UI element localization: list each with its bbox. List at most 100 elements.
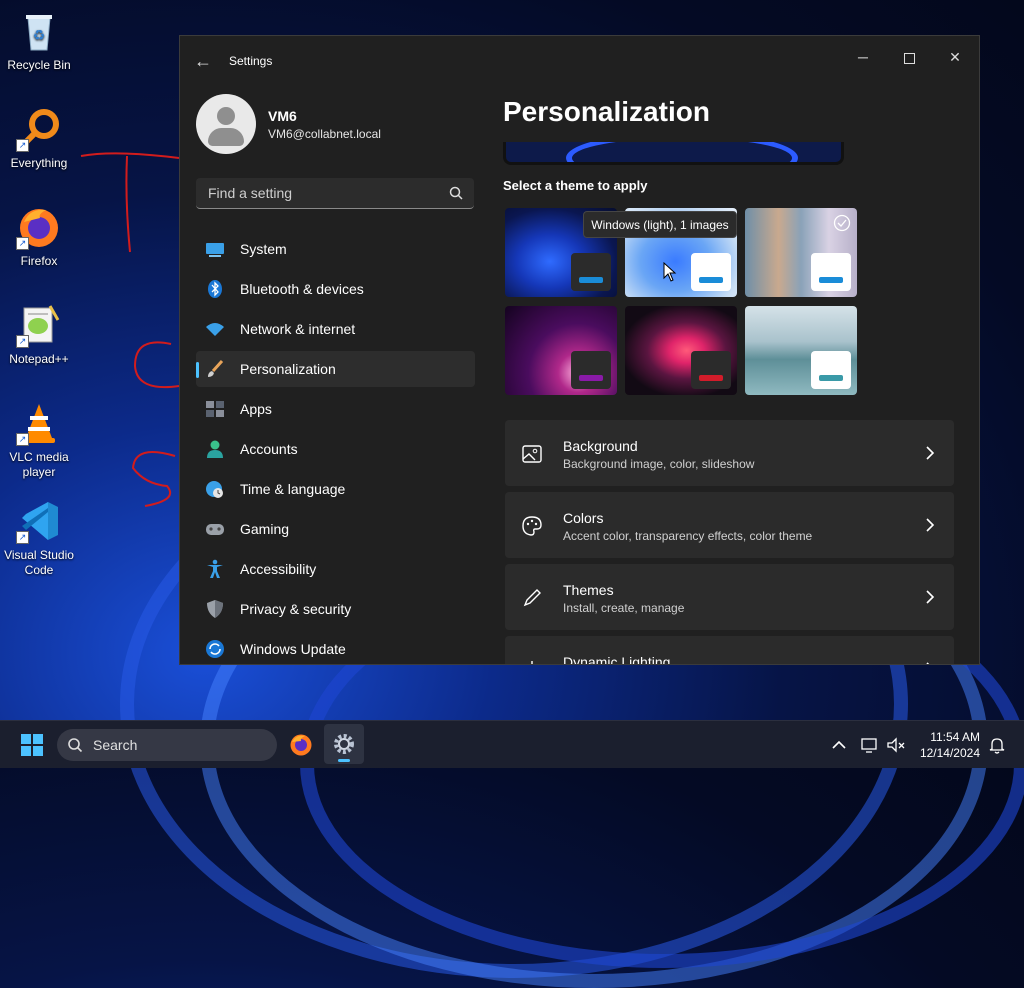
notepad-plus-plus-icon: ↗: [16, 302, 62, 348]
nav-item-privacy-security[interactable]: Privacy & security: [196, 591, 475, 627]
background-card[interactable]: Background Background image, color, slid…: [505, 420, 954, 486]
red-ink-annotation: [80, 152, 180, 507]
shield-icon: [207, 600, 223, 618]
nav-item-system[interactable]: System: [196, 231, 475, 267]
shortcut-arrow-icon: ↗: [16, 237, 29, 250]
shortcut-arrow-icon: ↗: [16, 139, 29, 152]
globe-clock-icon: [206, 481, 223, 498]
nav-label: Apps: [240, 401, 272, 417]
card-title: Background: [563, 438, 638, 454]
taskbar: Search 11:54 AM 12/14/2024: [0, 720, 1024, 768]
chevron-right-icon: [926, 590, 935, 604]
pen-icon: [523, 589, 541, 607]
find-setting-search-box[interactable]: [196, 178, 474, 209]
main-content: Personalization Select a theme to apply: [502, 36, 972, 664]
settings-taskbar-button[interactable]: [324, 724, 364, 764]
nav-label: Bluetooth & devices: [240, 281, 364, 297]
everything-search-icon: ↗: [16, 106, 62, 152]
firefox-taskbar-icon[interactable]: [289, 733, 313, 757]
clock-time: 11:54 AM: [930, 730, 980, 744]
card-title: Themes: [563, 582, 614, 598]
shortcut-arrow-icon: ↗: [16, 531, 29, 544]
settings-window: ← Settings ─ ✕ VM6 VM6@collabnet.local S…: [179, 35, 980, 665]
taskbar-search-label: Search: [93, 737, 138, 753]
nav-item-time-language[interactable]: Time & language: [196, 471, 475, 507]
vscode-icon: ↗: [16, 498, 62, 544]
nav-label: Windows Update: [240, 641, 346, 657]
nav-label: Accessibility: [240, 561, 317, 577]
page-title: Personalization: [503, 96, 710, 127]
notification-bell-icon[interactable]: [987, 735, 1007, 755]
theme-tile-flow[interactable]: [625, 306, 737, 395]
nav-label: System: [240, 241, 287, 257]
desktop-icon-vlc[interactable]: ↗ VLC media player: [0, 394, 78, 480]
shortcut-arrow-icon: ↗: [16, 335, 29, 348]
nav-label: Network & internet: [240, 321, 356, 337]
dynamic-lighting-card[interactable]: Dynamic Lighting: [505, 636, 954, 664]
avatar: [196, 94, 256, 154]
card-subtitle: Install, create, manage: [563, 601, 685, 615]
theme-tile-sunrise[interactable]: [745, 306, 857, 395]
network-tray-icon[interactable]: [860, 735, 880, 755]
volume-muted-icon[interactable]: [886, 735, 906, 755]
search-icon[interactable]: [448, 185, 464, 201]
desktop-icon-notepad-plus-plus[interactable]: ↗ Notepad++: [0, 296, 78, 367]
clock-date: 12/14/2024: [919, 746, 980, 760]
theme-tile-glow[interactable]: [745, 208, 857, 297]
desktop-icon-vscode[interactable]: ↗ Visual Studio Code: [0, 492, 78, 578]
theme-tooltip: Windows (light), 1 images: [583, 211, 737, 238]
nav-item-accessibility[interactable]: Accessibility: [196, 551, 475, 587]
windows-start-icon[interactable]: [21, 734, 43, 756]
wifi-icon: [206, 323, 224, 336]
apps-icon: [206, 401, 224, 417]
card-subtitle: Accent color, transparency effects, colo…: [563, 529, 813, 543]
firefox-icon: ↗: [16, 204, 62, 250]
settings-nav: System Bluetooth & devices Network & int…: [196, 231, 475, 664]
nav-item-windows-update[interactable]: Windows Update: [196, 631, 475, 664]
nav-item-gaming[interactable]: Gaming: [196, 511, 475, 547]
user-email: VM6@collabnet.local: [268, 127, 381, 141]
desktop-icon-recycle-bin[interactable]: ♻ Recycle Bin: [0, 2, 78, 73]
nav-item-personalization[interactable]: Personalization: [196, 351, 475, 387]
user-name: VM6: [268, 108, 297, 124]
search-icon: [68, 738, 83, 753]
accounts-icon: [207, 440, 223, 458]
card-title: Colors: [563, 510, 604, 526]
vlc-icon: ↗: [16, 400, 62, 446]
theme-section-label: Select a theme to apply: [503, 178, 648, 193]
image-icon: [522, 445, 542, 463]
nav-item-network[interactable]: Network & internet: [196, 311, 475, 347]
taskbar-search[interactable]: Search: [57, 729, 277, 761]
nav-label: Time & language: [240, 481, 346, 497]
system-icon: [206, 243, 224, 257]
update-icon: [206, 640, 224, 658]
brush-icon: [208, 359, 224, 377]
shortcut-arrow-icon: ↗: [16, 433, 29, 446]
chevron-up-icon[interactable]: [829, 735, 849, 755]
chevron-right-icon: [926, 518, 935, 532]
search-input[interactable]: [206, 184, 440, 202]
dynamic-lighting-icon: [531, 661, 533, 664]
desktop-icon-everything[interactable]: ↗ Everything: [0, 100, 78, 171]
system-clock[interactable]: 11:54 AM 12/14/2024: [920, 729, 980, 761]
nav-item-bluetooth[interactable]: Bluetooth & devices: [196, 271, 475, 307]
themes-card[interactable]: Themes Install, create, manage: [505, 564, 954, 630]
nav-label: Privacy & security: [240, 601, 352, 617]
card-subtitle: Background image, color, slideshow: [563, 457, 755, 471]
selected-theme-check-icon: [833, 214, 851, 232]
nav-item-apps[interactable]: Apps: [196, 391, 475, 427]
window-title: Settings: [229, 54, 273, 68]
nav-label: Accounts: [240, 441, 298, 457]
bluetooth-icon: [208, 280, 222, 298]
recycle-bin-icon: ♻: [16, 8, 62, 54]
desktop-icon-firefox[interactable]: ↗ Firefox: [0, 198, 78, 269]
nav-label: Personalization: [240, 361, 336, 377]
chevron-right-icon: [926, 446, 935, 460]
gear-icon: [334, 734, 354, 754]
back-arrow-icon[interactable]: ←: [192, 50, 214, 72]
accessibility-icon: [207, 559, 223, 578]
colors-card[interactable]: Colors Accent color, transparency effect…: [505, 492, 954, 558]
chevron-right-icon: [926, 662, 930, 664]
theme-tile-captured-motion[interactable]: [505, 306, 617, 395]
nav-item-accounts[interactable]: Accounts: [196, 431, 475, 467]
